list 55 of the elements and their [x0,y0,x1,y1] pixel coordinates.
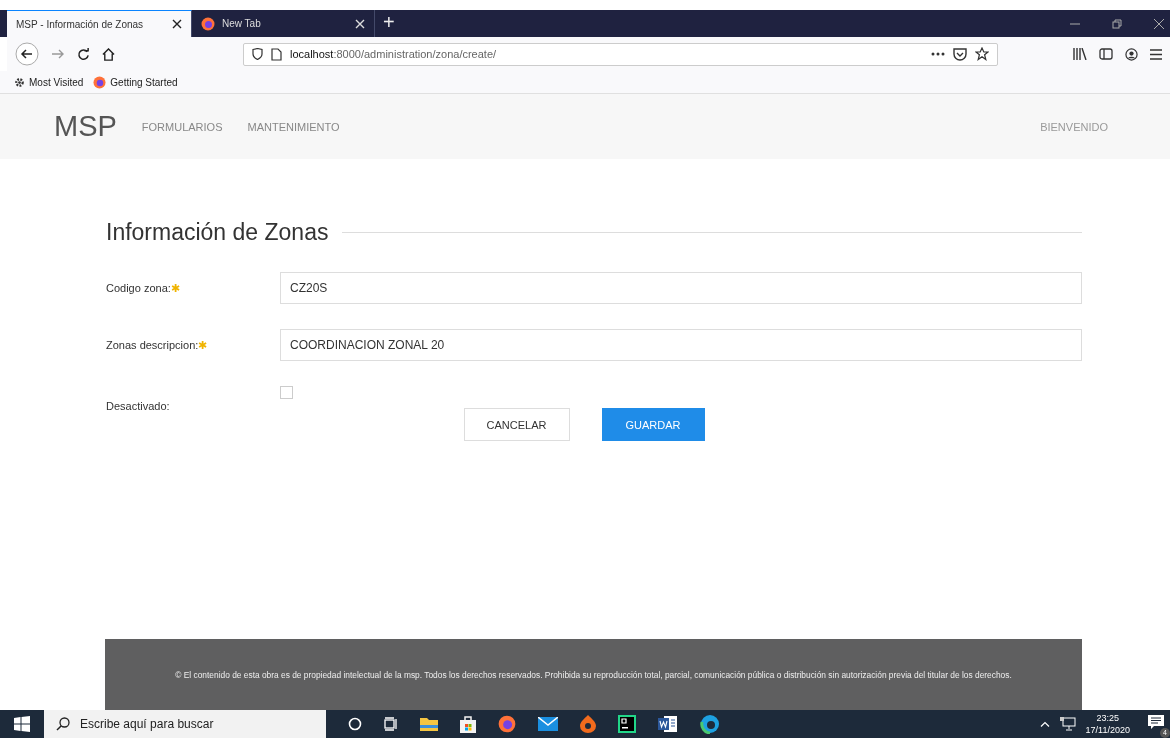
firefox-icon[interactable] [498,715,516,733]
form-title: Información de Zonas [106,219,329,246]
network-icon[interactable] [1059,717,1076,731]
restore-icon[interactable] [1112,18,1122,29]
notification-icon[interactable] [1148,714,1164,730]
url-text: localhost:8000/administration/zona/create/ [290,48,497,60]
search-field[interactable]: Escribe aquí para buscar [44,710,326,738]
browser-tab[interactable]: MSP - Información de Zonas [7,10,192,37]
field-label: Desactivado: [106,400,171,412]
cancel-button[interactable]: CANCELAR [463,408,570,441]
page-icon [271,47,282,61]
close-icon[interactable] [172,19,182,29]
store-icon[interactable] [460,715,476,733]
clock-time[interactable]: 23:25 [1096,712,1120,724]
checkbox[interactable] [280,386,293,399]
sidebar-icon[interactable] [1099,48,1113,60]
document-icon[interactable] [658,715,678,733]
chevron-up-icon[interactable] [1039,721,1050,727]
back-icon[interactable] [15,42,39,66]
save-button[interactable]: GUARDAR [601,408,705,441]
flame-icon[interactable] [580,715,596,733]
search-icon [56,717,70,731]
forward-icon[interactable] [51,48,65,60]
ide-icon[interactable] [618,715,636,733]
brand-logo[interactable]: MSP [54,110,117,143]
new-tab-button[interactable]: + [375,10,403,37]
field-label: Codigo zona:✱ [106,281,181,295]
firefox-icon [201,16,215,31]
input-field[interactable]: CZ20S [280,272,1082,304]
folder-icon[interactable] [420,716,438,732]
task-view-icon[interactable] [384,717,398,731]
home-icon[interactable] [102,47,115,61]
bookmark-link[interactable]: Most Visited [14,76,84,88]
windows-icon[interactable] [14,716,30,732]
gear-icon [14,76,25,88]
more-icon[interactable] [931,52,945,56]
close-icon[interactable] [1154,18,1164,29]
shield-icon[interactable] [252,48,263,60]
clock-date[interactable]: 17/11/2020 [1085,724,1130,736]
star-icon[interactable] [975,47,989,61]
account-icon[interactable] [1125,47,1138,61]
edge-icon[interactable] [700,714,720,734]
pocket-icon[interactable] [953,47,967,61]
library-icon[interactable] [1073,48,1087,60]
nav-link[interactable]: MANTENIMIENTO [247,120,340,133]
field-label: Zonas descripcion:✱ [106,338,209,352]
mail-icon[interactable] [538,717,558,731]
firefox-icon [93,75,107,89]
address-bar[interactable]: localhost:8000/administration/zona/create/ [243,42,998,66]
reload-icon[interactable] [77,47,90,61]
menu-icon[interactable] [1150,48,1162,60]
bookmark-link[interactable]: Getting Started [93,75,178,89]
copyright-text: © El contenido de esta obra es de propiedad intelectual de la msp. Todos los derechos reservados. Prohibida su reproducción total, parcial, comunicación pública o distribución sin autorización previa del titular de los derechos. [174,669,1013,682]
input-field[interactable]: COORDINACION ZONAL 20 [280,329,1082,361]
circle-icon[interactable] [348,717,362,731]
